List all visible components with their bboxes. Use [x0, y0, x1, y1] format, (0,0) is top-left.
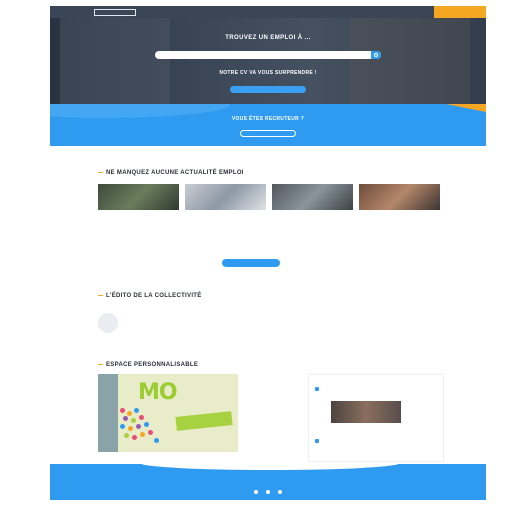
promo-banner[interactable]: MO: [98, 374, 238, 452]
dot: [134, 408, 139, 413]
edito-text: [272, 290, 442, 293]
twitter-icon[interactable]: [266, 490, 270, 494]
page: TROUVEZ UN EMPLOI À ... NOTRE CV VA VOUS…: [50, 6, 486, 500]
recruiter-band: VOUS ÊTES RECRUTEUR ?: [50, 104, 486, 146]
news-card-image[interactable]: [98, 184, 179, 210]
space-section-title: ESPACE PERSONNALISABLE: [98, 362, 198, 368]
recruiter-title: VOUS ÊTES RECRUTEUR ?: [231, 116, 305, 122]
news-card-image[interactable]: [185, 184, 266, 210]
hero-title: TROUVEZ UN EMPLOI À ...: [225, 35, 311, 41]
more-news-button[interactable]: [222, 259, 280, 267]
dot: [124, 433, 129, 438]
search-button[interactable]: [371, 51, 381, 59]
job-search-input[interactable]: [159, 52, 359, 58]
dot: [131, 418, 136, 423]
news-card-image[interactable]: [272, 184, 353, 210]
avatar: [98, 313, 118, 333]
dot: [120, 424, 125, 429]
search-icon: [374, 53, 378, 57]
social-links: [50, 490, 486, 494]
dot: [136, 424, 141, 429]
dot: [144, 422, 149, 427]
dot: [123, 416, 128, 421]
twitter-feed: [308, 374, 444, 462]
promo-photo: [98, 374, 118, 452]
nav-cta-button[interactable]: [434, 6, 486, 18]
news-section-title: NE MANQUEZ AUCUNE ACTUALITÉ EMPLOI: [98, 170, 244, 176]
recruiter-button[interactable]: [240, 130, 296, 137]
footer: [50, 464, 486, 500]
decorative-corner: [446, 104, 486, 112]
cv-button[interactable]: [230, 86, 306, 93]
promo-logo: MO: [138, 380, 178, 405]
dot: [139, 415, 144, 420]
facebook-icon[interactable]: [254, 490, 258, 494]
logo[interactable]: [94, 8, 136, 16]
news-card[interactable]: [98, 184, 179, 248]
news-card[interactable]: [272, 184, 353, 248]
dot: [140, 432, 145, 437]
news-title-text: NE MANQUEZ AUCUNE ACTUALITÉ EMPLOI: [106, 170, 244, 176]
edito-section-title: L'ÉDITO DE LA COLLECTIVITÉ: [98, 292, 208, 300]
dot: [132, 435, 137, 440]
title-dash: [98, 171, 103, 174]
title-dash: [98, 363, 103, 366]
edito-title-text: L'ÉDITO DE LA COLLECTIVITÉ: [106, 293, 202, 299]
twitter-icon: [315, 439, 319, 443]
tweet-image[interactable]: [331, 401, 401, 423]
news-cards: [98, 184, 440, 248]
space-title-text: ESPACE PERSONNALISABLE: [106, 362, 199, 368]
dot: [154, 438, 159, 443]
news-card-image[interactable]: [359, 184, 440, 210]
top-nav: [50, 6, 486, 18]
dot: [120, 408, 125, 413]
news-card[interactable]: [185, 184, 266, 248]
dot: [128, 426, 133, 431]
cv-title: NOTRE CV VA VOUS SURPRENDRE !: [219, 70, 317, 76]
twitter-icon: [315, 387, 319, 391]
hero: TROUVEZ UN EMPLOI À ... NOTRE CV VA VOUS…: [50, 18, 486, 104]
decorative-wave: [140, 464, 400, 470]
dot: [127, 411, 132, 416]
dot: [148, 430, 153, 435]
linkedin-icon[interactable]: [278, 490, 282, 494]
title-dash: [98, 294, 103, 297]
promo-band: [175, 411, 233, 431]
news-card[interactable]: [359, 184, 440, 248]
job-search-bar: [155, 51, 381, 59]
